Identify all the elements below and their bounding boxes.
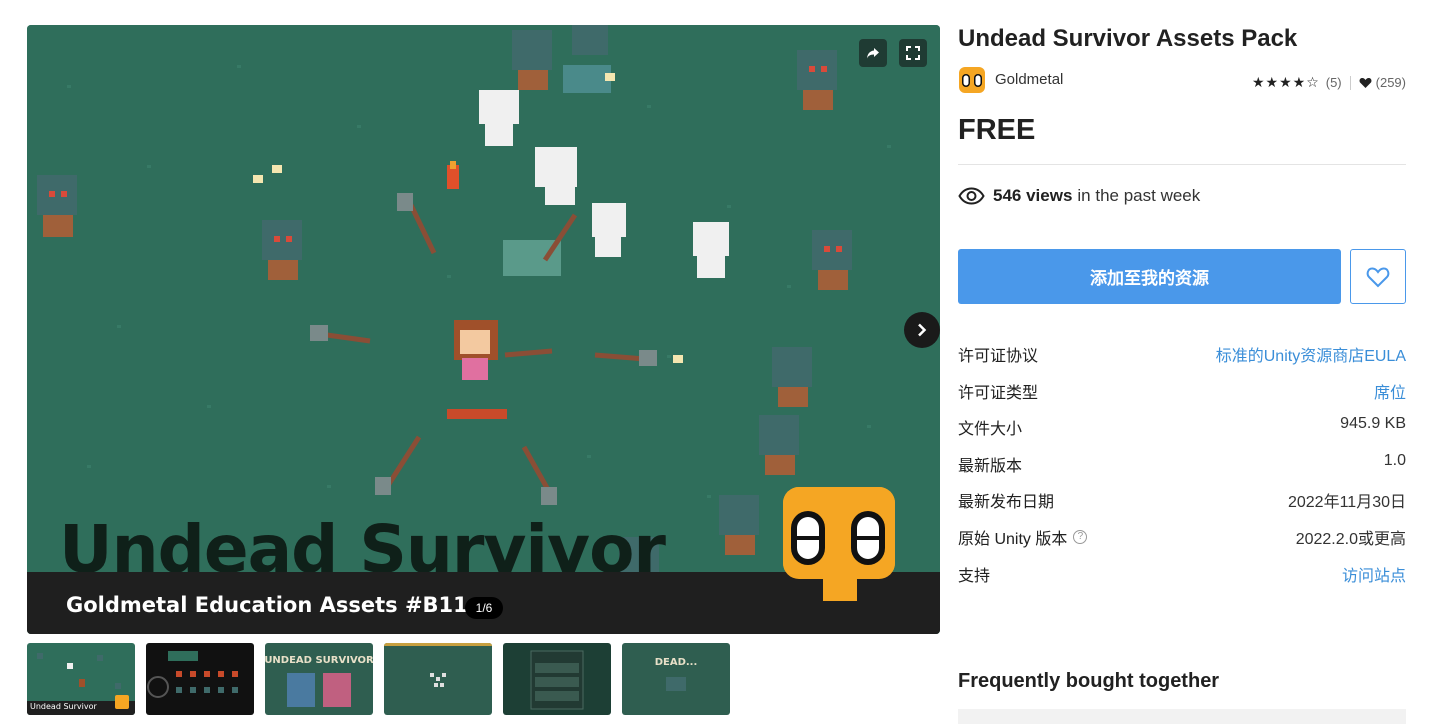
thumbnail-image [503, 643, 611, 715]
detail-label: 许可证类型 [958, 384, 1039, 402]
heart-outline-icon [1366, 266, 1390, 287]
detail-row-release-date: 最新发布日期 2022年11月30日 [958, 480, 1406, 517]
thumbnail-4[interactable] [384, 643, 492, 715]
heart-icon [1359, 77, 1372, 88]
share-icon [867, 48, 879, 59]
detail-row-file-size: 文件大小 945.9 KB [958, 407, 1406, 444]
views-count: 546 views [993, 186, 1073, 205]
add-to-my-assets-button[interactable]: 添加至我的资源 [958, 249, 1341, 304]
thumbnail-2[interactable] [146, 643, 254, 715]
price-divider [958, 164, 1406, 165]
detail-label: 最新发布日期 [958, 494, 1055, 512]
hero-caption-text: Goldmetal Education Assets #B11 [66, 593, 468, 617]
file-size-value: 945.9 KB [1340, 415, 1406, 433]
detail-label: 许可证协议 [958, 348, 1039, 365]
detail-label: 最新版本 [958, 457, 1023, 475]
views-suffix: in the past week [1077, 186, 1201, 205]
publisher-avatar[interactable] [958, 66, 986, 94]
publisher-name-link[interactable]: Goldmetal [995, 71, 1063, 88]
thumbnail-5[interactable] [503, 643, 611, 715]
detail-row-license-type: 许可证类型 席位 [958, 371, 1406, 408]
thumbnail-image [146, 643, 254, 715]
license-type-link[interactable]: 席位 [1374, 379, 1406, 403]
fullscreen-button[interactable] [899, 39, 927, 67]
unity-version-label: 原始 Unity 版本 [958, 530, 1068, 548]
mascot-logo-front [783, 487, 895, 601]
rating-summary: ★★★★☆ (5) (259) [1252, 74, 1406, 91]
gallery-counter: 1/6 [465, 597, 503, 619]
detail-row-license-agreement: 许可证协议 标准的Unity资源商店EULA [958, 334, 1406, 371]
share-button[interactable] [859, 39, 887, 67]
detail-label: 文件大小 [958, 421, 1023, 439]
thumbnail-image: DEAD... [622, 643, 730, 715]
thumbnail-image [384, 643, 492, 715]
unity-version-value: 2022.2.0或更高 [1295, 530, 1406, 548]
thumbnail-caption: DEAD... [655, 657, 698, 668]
frequently-bought-heading: Frequently bought together [958, 670, 1220, 692]
detail-row-latest-version: 最新版本 1.0 [958, 444, 1406, 481]
publisher-row: Goldmetal ★★★★☆ (5) (259) [958, 66, 1406, 98]
add-to-favorites-button[interactable] [1350, 249, 1406, 304]
thumbnail-3[interactable]: UNDEAD SURVIVOR [265, 643, 373, 715]
frequently-bought-carousel [958, 709, 1406, 724]
asset-details: 许可证协议 标准的Unity资源商店EULA 许可证类型 席位 文件大小 945… [958, 334, 1406, 590]
detail-row-support: 支持 访问站点 [958, 554, 1406, 591]
product-title: Undead Survivor Assets Pack [958, 25, 1298, 52]
detail-row-unity-version: 原始 Unity 版本 ? 2022.2.0或更高 [958, 517, 1406, 554]
next-image-button[interactable] [904, 312, 940, 348]
thumbnail-image: UNDEAD SURVIVOR [265, 643, 373, 715]
fullscreen-icon [906, 46, 920, 60]
thumbnail-strip: Undead Survivor UNDEAD SURVIVOR DEAD... [27, 643, 730, 715]
release-date-value: 2022年11月30日 [1287, 494, 1406, 512]
thumbnail-caption: UNDEAD SURVIVOR [265, 655, 373, 666]
chevron-right-icon [918, 323, 927, 337]
detail-label: 支持 [958, 567, 991, 585]
thumbnail-1[interactable]: Undead Survivor [27, 643, 135, 715]
favorites-count: (259) [1375, 75, 1406, 90]
detail-label: 原始 Unity 版本 ? [958, 525, 1088, 549]
product-info-panel: Undead Survivor Assets Pack Goldmetal ★★… [958, 22, 1406, 98]
latest-version-value: 1.0 [1383, 451, 1406, 469]
rating-stars[interactable]: ★★★★☆ [1252, 74, 1320, 91]
rating-separator [1349, 75, 1351, 90]
license-agreement-link[interactable]: 标准的Unity资源商店EULA [1216, 342, 1406, 366]
rating-count: (5) [1325, 75, 1342, 90]
views-info: 546 views in the past week [958, 186, 1200, 206]
thumbnail-6[interactable]: DEAD... [622, 643, 730, 715]
price-label: FREE [958, 114, 1036, 146]
visit-site-link[interactable]: 访问站点 [1342, 562, 1406, 586]
hero-media[interactable]: Undead Survivor Goldmetal Education Asse… [27, 25, 940, 634]
help-icon[interactable]: ? [1073, 529, 1088, 544]
thumbnail-image: Undead Survivor [27, 643, 135, 715]
eye-icon [958, 187, 985, 205]
thumbnail-caption: Undead Survivor [30, 702, 97, 711]
